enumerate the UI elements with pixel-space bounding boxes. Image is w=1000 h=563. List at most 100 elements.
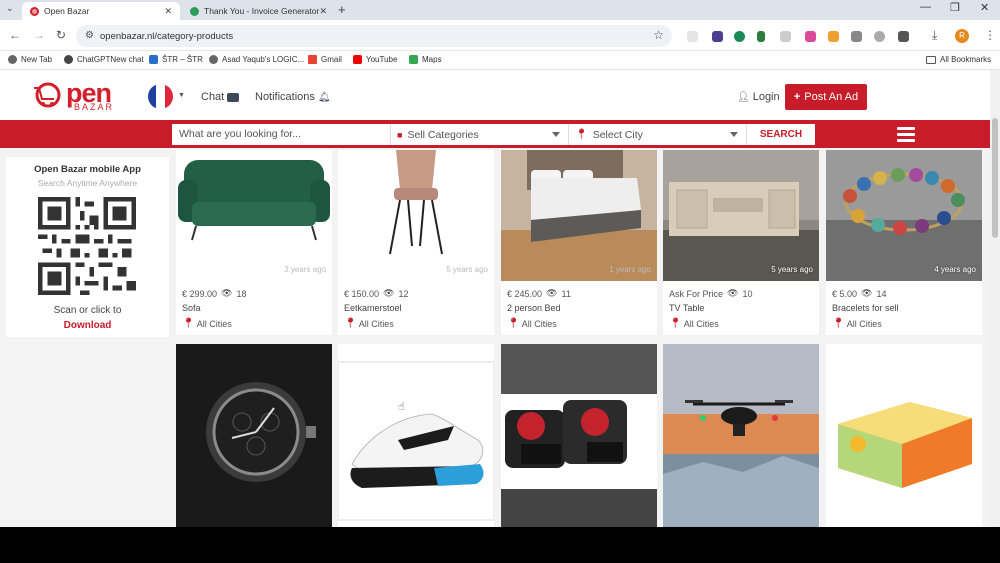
extension-icon[interactable] (734, 31, 745, 42)
product-image-bracelets (826, 150, 982, 281)
price-views: € 5.00 👁︎ 14 (832, 288, 886, 299)
product-image-drone (663, 344, 819, 527)
view-count: 11 (561, 288, 571, 299)
category-select[interactable]: ■ Sell Categories (390, 124, 568, 145)
close-window-icon[interactable]: ✕ (980, 1, 989, 14)
product-card[interactable] (338, 344, 494, 527)
browser-tab-invoice[interactable]: Thank You - Invoice Generator ✕ (182, 2, 335, 20)
product-card[interactable]: 5 years ago € 150.00 👁︎ 12 Eetkamerstoel 📍… (338, 150, 494, 335)
extensions-puzzle-icon[interactable] (898, 31, 909, 42)
product-card[interactable]: 1 years ago € 245.00 👁︎ 11 2 person Bed 📍︎… (501, 150, 657, 335)
extension-icon[interactable] (828, 31, 839, 42)
bookmark-asad[interactable]: Asad Yaqub's LOGIC... (209, 55, 304, 64)
post-ad-button[interactable]: + Post An Ad (785, 84, 867, 110)
product-image-watch (176, 344, 332, 527)
product-name[interactable]: Eetkamerstoel (344, 303, 402, 313)
extension-icon[interactable] (780, 31, 791, 42)
back-icon[interactable]: ← (9, 28, 21, 42)
product-card[interactable] (663, 344, 819, 527)
product-name[interactable]: Bracelets for sell (832, 303, 899, 313)
city-select[interactable]: 📍︎ Select City (568, 124, 746, 145)
qr-code[interactable] (38, 197, 136, 295)
minimize-icon[interactable]: — (920, 1, 931, 13)
product-name[interactable]: 2 person Bed (507, 303, 561, 313)
posted-age: 4 years ago (934, 265, 976, 274)
youtube-icon (353, 55, 362, 64)
address-bar[interactable]: ⚙ openbazar.nl/category-products ☆ (76, 25, 672, 47)
forward-icon[interactable]: → (33, 28, 45, 42)
login-link[interactable]: 👤︎ Login (737, 91, 780, 103)
location-pin-icon: 📍︎ (669, 318, 682, 329)
extension-icon[interactable] (874, 31, 885, 42)
product-city: 📍︎ All Cities (669, 318, 719, 329)
bookmark-gmail[interactable]: Gmail (308, 55, 342, 64)
product-image-sofa (176, 150, 332, 281)
bookmark-maps[interactable]: Maps (409, 55, 442, 64)
app-card-title: Open Bazar mobile App (34, 164, 141, 175)
bookmark-star-icon[interactable]: ☆ (653, 28, 664, 42)
chat-link[interactable]: Chat (201, 91, 240, 103)
extension-icon[interactable] (712, 31, 723, 42)
profile-avatar[interactable]: R (955, 29, 969, 43)
cart-logo-icon (34, 82, 61, 108)
location-pin-icon: 📍︎ (182, 318, 195, 329)
product-card[interactable]: 3 years ago € 299.00 👁︎ 18 Sofa 📍︎ All Citi… (176, 150, 332, 335)
new-tab-button[interactable]: + (338, 2, 346, 17)
chat-bubble-icon (227, 92, 240, 102)
extension-icon[interactable] (805, 31, 816, 42)
chevron-down-icon (552, 132, 560, 137)
search-button[interactable]: SEARCH (746, 124, 815, 145)
posted-age: 1 years ago (609, 265, 651, 274)
product-image-bed (501, 150, 657, 281)
maximize-icon[interactable]: ❐ (950, 1, 960, 14)
user-icon: 👤︎ (737, 91, 750, 103)
download-link[interactable]: Download (6, 320, 169, 331)
product-city: 📍︎ All Cities (182, 318, 232, 329)
extension-icon[interactable] (757, 31, 765, 42)
scrollbar-thumb[interactable] (992, 118, 998, 238)
plus-icon: + (793, 91, 801, 103)
bookmark-youtube[interactable]: YouTube (353, 55, 397, 64)
product-name[interactable]: Sofa (182, 303, 201, 313)
language-caret-icon[interactable]: ▼ (178, 92, 185, 99)
posted-age: 3 years ago (284, 265, 326, 274)
view-count: 12 (398, 288, 409, 299)
france-flag-icon[interactable] (148, 84, 173, 109)
all-bookmarks[interactable]: All Bookmarks (926, 55, 991, 64)
bookmark-label: All Bookmarks (940, 55, 992, 64)
product-card[interactable] (826, 344, 982, 527)
site-info-icon[interactable]: ⚙ (85, 30, 94, 41)
download-icon[interactable]: ⤓ (932, 28, 937, 43)
page-scrollbar[interactable] (990, 70, 1000, 527)
bookmark-icon (149, 55, 158, 64)
bookmark-str[interactable]: ŠTR – ŠTR (149, 55, 203, 64)
site-logo[interactable]: pen BAZAR (32, 78, 122, 112)
folder-icon (926, 55, 936, 64)
browser-menu-icon[interactable]: ⋮ (984, 28, 996, 42)
price: € 245.00 (507, 288, 543, 299)
price: € 150.00 (344, 288, 380, 299)
city-label: All Cities (683, 318, 719, 329)
product-image-chair (338, 150, 494, 281)
hamburger-menu-icon[interactable] (897, 127, 915, 142)
notifications-link[interactable]: Notifications 🔔︎ (255, 91, 331, 103)
product-card[interactable] (176, 344, 332, 527)
close-tab-icon[interactable]: ✕ (319, 6, 327, 17)
product-card[interactable] (501, 344, 657, 527)
product-name[interactable]: TV Table (669, 303, 704, 313)
bookmark-label: Gmail (321, 55, 342, 64)
extension-icon[interactable] (687, 31, 698, 42)
view-count: 14 (876, 288, 887, 299)
search-input[interactable]: What are you looking for... (172, 124, 390, 145)
close-tab-icon[interactable]: ✕ (164, 6, 172, 17)
bookmark-new-tab[interactable]: New Tab (8, 55, 52, 64)
bookmark-chatgpt[interactable]: ChatGPTNew chat (64, 55, 144, 64)
product-card[interactable]: 4 years ago € 5.00 👁︎ 14 Bracelets for sel… (826, 150, 982, 335)
reload-icon[interactable]: ↻ (56, 28, 66, 42)
tab-search-chevron-icon[interactable]: ⌄ (6, 3, 14, 14)
product-card[interactable]: 5 years ago Ask For Price 👁︎ 10 TV Table 📍… (663, 150, 819, 335)
browser-tab-open-bazar[interactable]: Open Bazar ✕ (22, 2, 180, 20)
site-header: pen BAZAR ▼ Chat Notifications 🔔︎ 👤︎ Log… (0, 70, 990, 120)
price: € 299.00 (182, 288, 218, 299)
extension-icon[interactable] (851, 31, 862, 42)
